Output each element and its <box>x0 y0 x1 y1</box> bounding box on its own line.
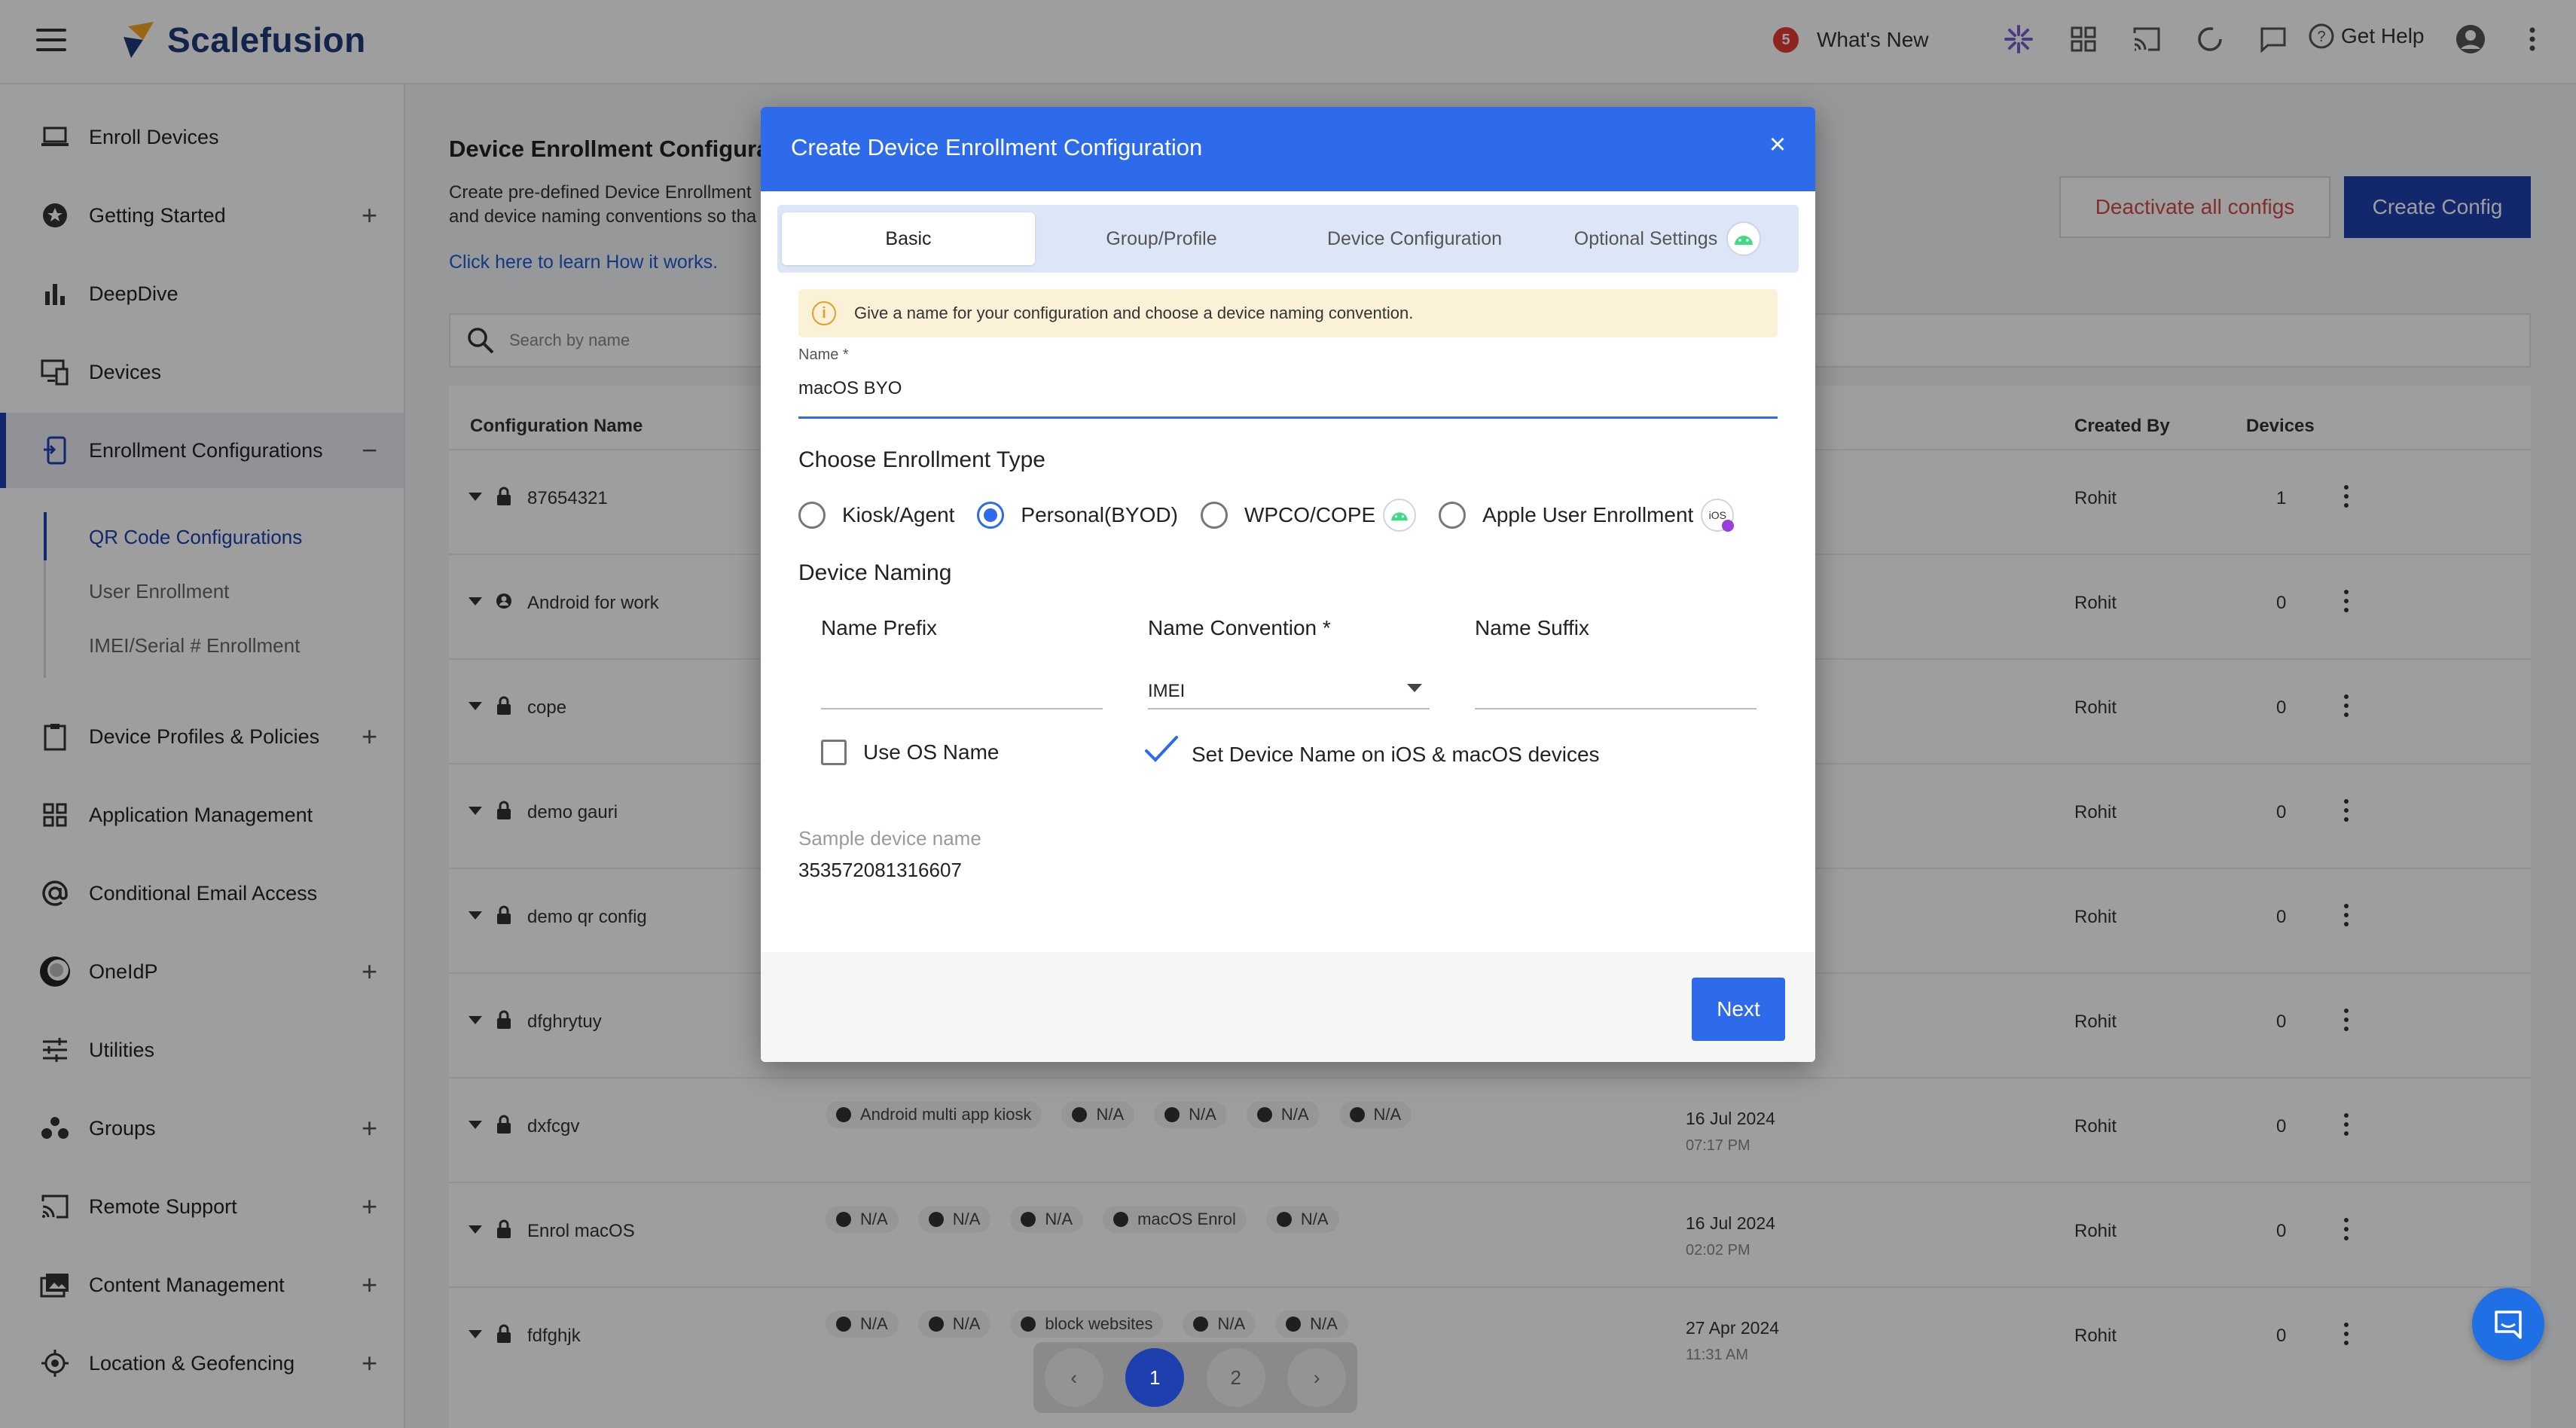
chevron-down-icon <box>1407 684 1422 692</box>
tab-basic[interactable]: Basic <box>782 212 1035 265</box>
name-convention-label: Name Convention * <box>1148 616 1331 639</box>
name-field-label: Name * <box>798 346 849 363</box>
checkbox-unchecked[interactable] <box>821 740 847 765</box>
sample-device-name-label: Sample device name <box>798 827 981 850</box>
device-naming-heading: Device Naming <box>798 560 952 585</box>
radio-button[interactable] <box>1439 502 1467 529</box>
info-icon: i <box>812 301 836 325</box>
chat-launcher-button[interactable] <box>2472 1288 2544 1360</box>
info-text: Give a name for your configuration and c… <box>854 304 1414 322</box>
info-banner: i Give a name for your configuration and… <box>798 289 1778 337</box>
pagination-next-button[interactable]: › <box>1287 1348 1347 1407</box>
name-convention-value: IMEI <box>1148 681 1186 701</box>
name-prefix-label: Name Prefix <box>821 616 938 639</box>
radio-wpco-cope[interactable]: WPCO/COPE <box>1200 499 1417 532</box>
android-icon <box>1383 499 1417 532</box>
next-button[interactable]: Next <box>1692 978 1785 1041</box>
name-convention-select[interactable]: IMEI <box>1148 649 1430 709</box>
name-input[interactable]: macOS BYO <box>798 378 1778 419</box>
name-suffix-label: Name Suffix <box>1475 616 1589 639</box>
chat-bubble-icon <box>2495 1311 2522 1339</box>
name-suffix-input[interactable] <box>1475 649 1757 709</box>
modal-title: Create Device Enrollment Configuration <box>791 134 1203 160</box>
radio-apple-user-enrollment[interactable]: Apple User Enrollment iOS <box>1439 499 1735 532</box>
radio-button-selected[interactable] <box>977 502 1005 529</box>
pagination-page-2[interactable]: 2 <box>1206 1348 1265 1407</box>
checkmark-icon[interactable] <box>1143 734 1180 764</box>
modal-tabs: Basic Group/Profile Device Configuration… <box>777 205 1799 273</box>
set-device-name-checkbox[interactable]: Set Device Name on iOS & macOS devices <box>1143 732 1600 767</box>
tab-optional-settings[interactable]: Optional Settings <box>1541 212 1794 265</box>
create-config-modal: Create Device Enrollment Configuration ×… <box>761 107 1815 1062</box>
radio-button[interactable] <box>1200 502 1228 529</box>
modal-header: Create Device Enrollment Configuration × <box>761 107 1815 191</box>
enrollment-type-heading: Choose Enrollment Type <box>798 447 1045 472</box>
use-os-name-checkbox[interactable]: Use OS Name <box>821 740 1000 765</box>
modal-footer: Next <box>761 952 1815 1062</box>
radio-personal-byod[interactable]: Personal(BYOD) <box>977 502 1178 529</box>
pagination: ‹ 1 2 › <box>1033 1342 1357 1413</box>
tab-device-configuration[interactable]: Device Configuration <box>1288 212 1541 265</box>
radio-button[interactable] <box>798 502 826 529</box>
name-prefix-input[interactable] <box>821 649 1103 709</box>
pagination-prev-button[interactable]: ‹ <box>1044 1348 1103 1407</box>
pagination-page-1[interactable]: 1 <box>1125 1348 1185 1407</box>
tab-group-profile[interactable]: Group/Profile <box>1035 212 1288 265</box>
radio-kiosk-agent[interactable]: Kiosk/Agent <box>798 502 954 529</box>
close-icon[interactable]: × <box>1763 129 1793 160</box>
ios-badge-icon: iOS <box>1701 499 1735 532</box>
sample-device-name-value: 353572081316607 <box>798 859 962 881</box>
android-icon <box>1726 221 1762 256</box>
enrollment-type-radio-group: Kiosk/Agent Personal(BYOD) WPCO/COPE App… <box>798 499 1757 532</box>
